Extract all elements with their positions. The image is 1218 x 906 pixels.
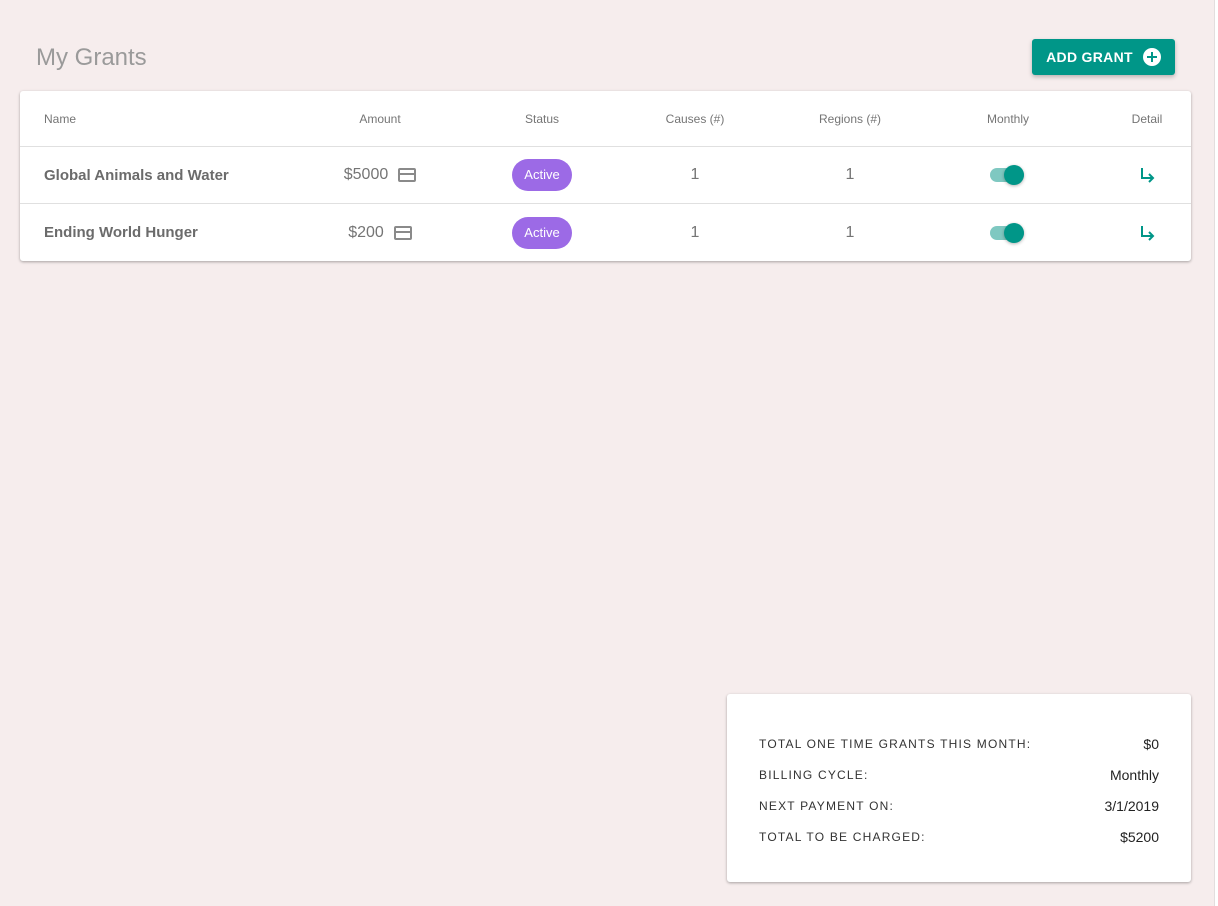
scrollbar[interactable] [1214,0,1218,906]
credit-card-icon [398,168,417,182]
billing-summary-card: TOTAL ONE TIME GRANTS THIS MONTH: $0 BIL… [727,694,1191,882]
page-title: My Grants [36,44,147,71]
causes-count: 1 [690,223,700,241]
status-badge: Active [512,216,572,249]
causes-count: 1 [690,166,700,183]
table-header-row: Name Amount Status Causes (#) Regions (#… [20,91,1191,147]
summary-label: BILLING CYCLE: [759,767,869,782]
add-grant-button[interactable]: ADD GRANT [1032,39,1175,75]
detail-button[interactable] [1135,163,1159,187]
summary-value: Monthly [1109,766,1159,783]
grants-table: Name Amount Status Causes (#) Regions (#… [20,91,1191,261]
summary-row: BILLING CYCLE: Monthly [759,759,1159,790]
plus-circle-icon [1142,48,1161,66]
column-header-causes: Causes (#) [665,111,725,126]
regions-count: 1 [845,223,855,241]
summary-value: $0 [1143,735,1159,752]
regions-count: 1 [845,166,855,183]
summary-row: NEXT PAYMENT ON: 3/1/2019 [759,790,1159,821]
column-header-name: Name [44,111,77,126]
table-row: Global Animals and Water $5000 Active 1 … [20,147,1191,204]
summary-row: TOTAL ONE TIME GRANTS THIS MONTH: $0 [759,728,1159,759]
grant-amount: $5000 [343,166,389,183]
add-grant-label: ADD GRANT [1046,49,1133,65]
grant-amount: $200 [348,223,384,241]
column-header-status: Status [524,111,560,126]
detail-button[interactable] [1135,221,1159,245]
subdirectory-arrow-right-icon [1141,168,1155,183]
monthly-toggle[interactable] [990,163,1026,187]
subdirectory-arrow-right-icon [1141,225,1155,241]
toggle-thumb [1004,165,1024,185]
summary-row: TOTAL TO BE CHARGED: $5200 [759,821,1159,852]
table-row: Ending World Hunger $200 Active 1 1 [20,204,1191,261]
status-badge: Active [512,159,572,191]
column-header-regions: Regions (#) [818,111,882,126]
credit-card-icon [393,225,412,240]
summary-value: $5200 [1120,828,1159,845]
grant-name: Global Animals and Water [44,166,229,184]
column-header-detail: Detail [1131,111,1163,126]
column-header-amount: Amount [359,111,401,126]
summary-label: TOTAL ONE TIME GRANTS THIS MONTH: [759,736,1032,751]
summary-label: NEXT PAYMENT ON: [759,798,894,813]
summary-value: 3/1/2019 [1104,797,1160,814]
grant-name: Ending World Hunger [44,224,198,241]
column-header-monthly: Monthly [986,111,1030,126]
summary-label: TOTAL TO BE CHARGED: [759,829,926,844]
toggle-thumb [1004,222,1024,243]
grants-page: My Grants ADD GRANT Name Amount Status C… [0,0,1218,906]
monthly-toggle[interactable] [990,221,1026,245]
